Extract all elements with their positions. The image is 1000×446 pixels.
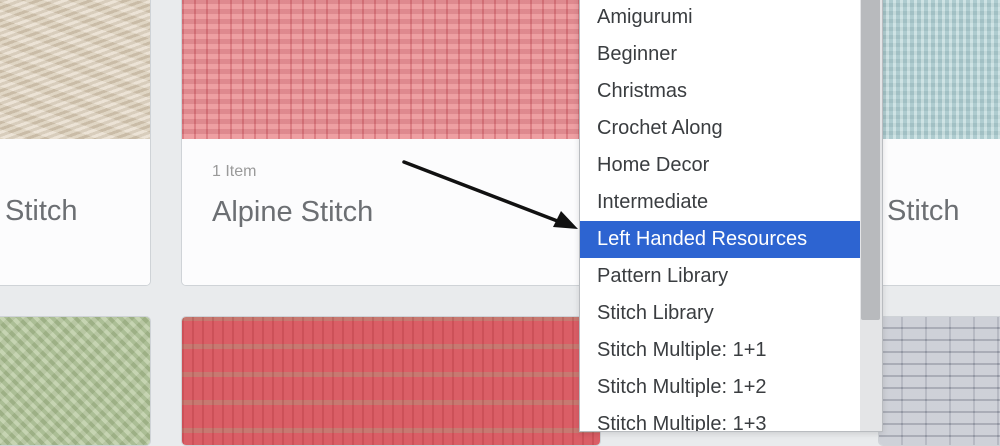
dropdown-option-crochet-along[interactable]: Crochet Along <box>580 110 860 147</box>
card-title: Stitch <box>5 195 78 227</box>
card-title: Alpine Stitch <box>212 196 374 228</box>
category-card-left-bottom[interactable] <box>0 316 151 446</box>
dropdown-option-home-decor[interactable]: Home Decor <box>580 147 860 184</box>
category-dropdown-list[interactable]: Amigurumi Beginner Christmas Crochet Alo… <box>579 0 883 432</box>
category-card-left-top[interactable]: Stitch <box>0 0 151 286</box>
dropdown-option-beginner[interactable]: Beginner <box>580 36 860 73</box>
card-title: Stitch <box>887 195 960 227</box>
category-card-center-bottom[interactable] <box>181 316 601 446</box>
stitch-swatch-image <box>0 0 150 139</box>
stitch-swatch-image <box>0 317 150 445</box>
stitch-swatch-image <box>182 317 600 445</box>
dropdown-option-intermediate[interactable]: Intermediate <box>580 184 860 221</box>
dropdown-option-stitch-multiple-1-1[interactable]: Stitch Multiple: 1+1 <box>580 332 860 369</box>
dropdown-option-pattern-library[interactable]: Pattern Library <box>580 258 860 295</box>
category-card-alpine-stitch[interactable]: 1 Item Alpine Stitch <box>181 0 601 286</box>
stitch-swatch-image <box>182 0 600 139</box>
dropdown-option-amigurumi[interactable]: Amigurumi <box>580 0 860 36</box>
stitch-swatch-image <box>879 0 1000 139</box>
dropdown-scrollbar[interactable] <box>860 0 882 431</box>
dropdown-option-christmas[interactable]: Christmas <box>580 73 860 110</box>
card-body: Stitch <box>879 139 1000 285</box>
card-body: Stitch <box>0 139 150 285</box>
stitch-swatch-image <box>879 317 1000 445</box>
dropdown-option-stitch-multiple-1-3[interactable]: Stitch Multiple: 1+3 <box>580 406 860 431</box>
dropdown-option-stitch-multiple-1-2[interactable]: Stitch Multiple: 1+2 <box>580 369 860 406</box>
dropdown-option-stitch-library[interactable]: Stitch Library <box>580 295 860 332</box>
item-count: 1 Item <box>212 163 257 180</box>
category-card-right-bottom[interactable] <box>878 316 1000 446</box>
card-body: 1 Item Alpine Stitch <box>182 139 600 285</box>
category-card-right-top[interactable]: Stitch <box>878 0 1000 286</box>
scrollbar-thumb[interactable] <box>861 0 880 320</box>
dropdown-option-left-handed-resources[interactable]: Left Handed Resources <box>580 221 860 258</box>
